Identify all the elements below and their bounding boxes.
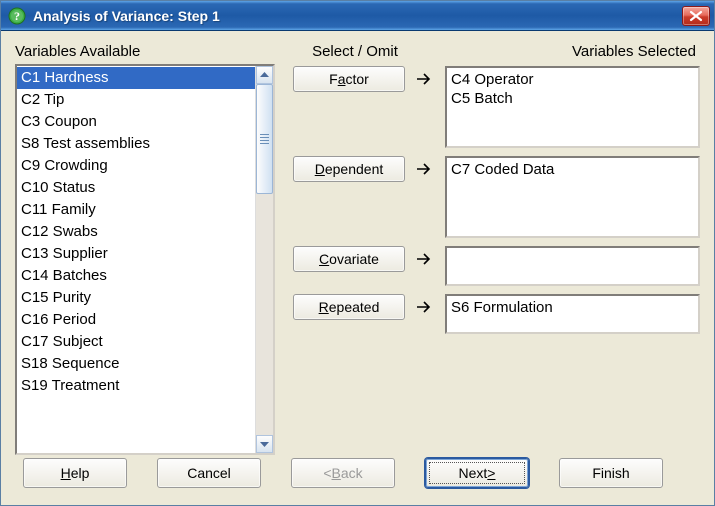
main-row: C1 HardnessC2 TipC3 CouponS8 Test assemb… [15, 64, 700, 455]
scroll-track[interactable] [256, 84, 273, 435]
arrow-right-icon [415, 159, 435, 179]
list-item[interactable]: C9 Crowding [17, 155, 255, 177]
list-item[interactable]: S8 Test assemblies [17, 133, 255, 155]
list-item[interactable]: C15 Purity [17, 287, 255, 309]
list-item[interactable]: C13 Supplier [17, 243, 255, 265]
scrollbar[interactable] [255, 66, 273, 453]
assign-column: Factor Dependent Covariate [275, 64, 445, 455]
cancel-button[interactable]: Cancel [157, 458, 261, 488]
close-button[interactable] [682, 6, 710, 26]
selected-item[interactable]: C5 Batch [451, 89, 694, 108]
finish-button[interactable]: Finish [559, 458, 663, 488]
list-item[interactable]: C14 Batches [17, 265, 255, 287]
column-headers: Variables Available Select / Omit Variab… [15, 43, 700, 60]
factor-selected-box[interactable]: C4 OperatorC5 Batch [445, 66, 700, 148]
dialog-body: Variables Available Select / Omit Variab… [1, 31, 714, 505]
svg-text:?: ? [14, 9, 20, 23]
window-title: Analysis of Variance: Step 1 [33, 8, 682, 24]
dependent-selected-box[interactable]: C7 Coded Data [445, 156, 700, 238]
list-item[interactable]: C11 Family [17, 199, 255, 221]
factor-button[interactable]: Factor [293, 66, 405, 92]
label-select-omit: Select / Omit [275, 43, 435, 60]
arrow-right-icon [415, 69, 435, 89]
arrow-right-icon [415, 297, 435, 317]
list-item[interactable]: C16 Period [17, 309, 255, 331]
scroll-down-button[interactable] [256, 435, 273, 453]
next-button[interactable]: Next > [425, 458, 529, 488]
list-item[interactable]: C17 Subject [17, 331, 255, 353]
repeated-button[interactable]: Repeated [293, 294, 405, 320]
covariate-selected-box[interactable] [445, 246, 700, 286]
titlebar: ? Analysis of Variance: Step 1 [1, 1, 714, 31]
dependent-button[interactable]: Dependent [293, 156, 405, 182]
selected-item[interactable]: C4 Operator [451, 70, 694, 89]
scroll-up-button[interactable] [256, 66, 273, 84]
help-button[interactable]: Help [23, 458, 127, 488]
list-item[interactable]: S18 Sequence [17, 353, 255, 375]
back-button[interactable]: < Back [291, 458, 395, 488]
covariate-button[interactable]: Covariate [293, 246, 405, 272]
list-item[interactable]: C10 Status [17, 177, 255, 199]
app-icon: ? [7, 6, 27, 26]
available-column: C1 HardnessC2 TipC3 CouponS8 Test assemb… [15, 64, 275, 455]
list-item[interactable]: C1 Hardness [17, 67, 255, 89]
scroll-thumb[interactable] [256, 84, 273, 194]
list-item[interactable]: C3 Coupon [17, 111, 255, 133]
label-variables-selected: Variables Selected [435, 43, 700, 60]
available-listbox[interactable]: C1 HardnessC2 TipC3 CouponS8 Test assemb… [15, 64, 275, 455]
repeated-selected-box[interactable]: S6 Formulation [445, 294, 700, 334]
selected-column: C4 OperatorC5 Batch C7 Coded Data S6 For… [445, 64, 700, 455]
footer-buttons: Help Cancel < Back Next > Finish [15, 455, 700, 495]
selected-item[interactable]: S6 Formulation [451, 298, 694, 317]
dialog-window: ? Analysis of Variance: Step 1 Variables… [0, 0, 715, 506]
list-item[interactable]: C12 Swabs [17, 221, 255, 243]
selected-item[interactable]: C7 Coded Data [451, 160, 694, 179]
arrow-right-icon [415, 249, 435, 269]
list-item[interactable]: C2 Tip [17, 89, 255, 111]
list-item[interactable]: S19 Treatment [17, 375, 255, 397]
label-variables-available: Variables Available [15, 43, 275, 60]
